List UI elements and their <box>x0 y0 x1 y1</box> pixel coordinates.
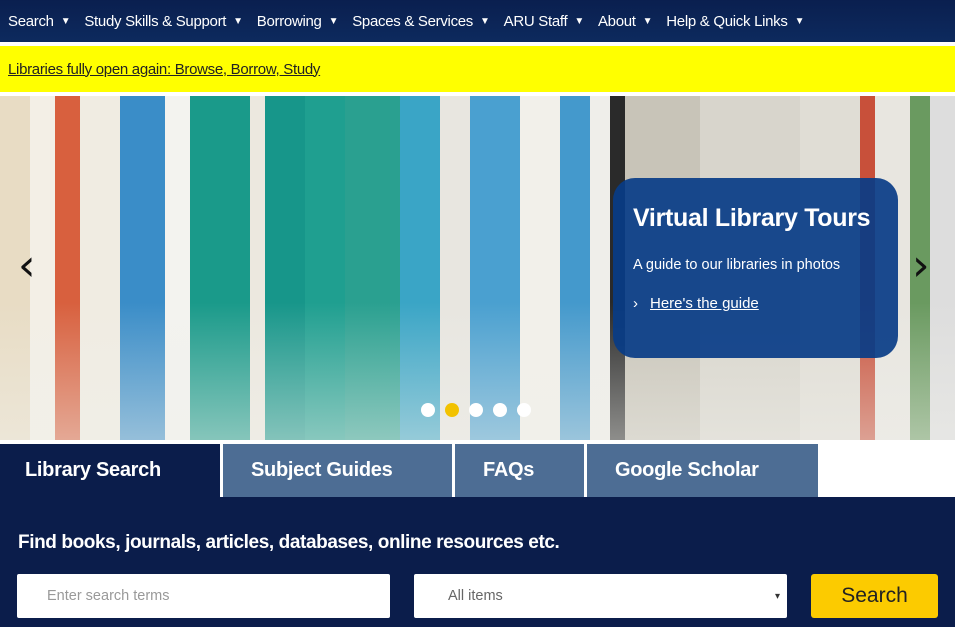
carousel-dot[interactable] <box>421 403 435 417</box>
nav-search[interactable]: Search ▼ <box>8 12 71 30</box>
caret-down-icon: ▼ <box>480 15 490 27</box>
nav-label: Borrowing <box>256 12 322 30</box>
hero-carousel: ‹ › Virtual Library Tours A guide to our… <box>0 96 955 440</box>
tab-library-search[interactable]: Library Search <box>0 444 220 497</box>
nav-about[interactable]: About ▼ <box>597 12 653 30</box>
announcement-link[interactable]: Libraries fully open again: Browse, Borr… <box>8 61 320 78</box>
nav-label: ARU Staff <box>503 12 568 30</box>
chevron-right-icon: › <box>633 295 638 312</box>
caret-down-icon: ▼ <box>642 15 653 27</box>
search-tabs: Library Search Subject Guides FAQs Googl… <box>0 444 821 497</box>
caret-down-icon: ▼ <box>794 15 805 27</box>
nav-label: Spaces & Services <box>352 12 474 30</box>
tab-faqs[interactable]: FAQs <box>455 444 584 497</box>
slide-title: Virtual Library Tours <box>633 204 871 232</box>
carousel-dot[interactable] <box>517 403 531 417</box>
nav-label: About <box>597 12 636 30</box>
scope-value: All items <box>448 588 503 604</box>
main-nav: Search ▼ Study Skills & Support ▼ Borrowin… <box>0 0 955 42</box>
search-heading: Find books, journals, articles, database… <box>18 532 560 553</box>
tab-google-scholar[interactable]: Google Scholar <box>587 444 818 497</box>
search-panel: Find books, journals, articles, database… <box>0 497 955 627</box>
nav-help[interactable]: Help & Quick Links ▼ <box>666 13 804 30</box>
caret-down-icon: ▼ <box>233 15 243 27</box>
nav-label: Search <box>8 12 54 30</box>
slide-text: A guide to our libraries in photos <box>633 257 841 273</box>
search-button[interactable]: Search <box>811 574 938 618</box>
slide-caption: Virtual Library Tours A guide to our lib… <box>613 178 898 358</box>
nav-label: Study Skills & Support <box>84 12 227 30</box>
caret-down-icon: ▼ <box>574 15 584 27</box>
carousel-dot[interactable] <box>469 403 483 417</box>
tab-subject-guides[interactable]: Subject Guides <box>223 444 452 497</box>
caret-down-icon: ▼ <box>60 15 71 27</box>
slide-link[interactable]: Here's the guide <box>650 295 759 312</box>
nav-aru-staff[interactable]: ARU Staff ▼ <box>503 12 585 30</box>
nav-spaces[interactable]: Spaces & Services ▼ <box>352 12 490 30</box>
carousel-dots <box>421 403 531 417</box>
chevron-left-icon[interactable]: ‹ <box>18 244 36 288</box>
caret-down-icon: ▼ <box>328 15 339 27</box>
announcement-banner: Libraries fully open again: Browse, Borr… <box>0 46 955 92</box>
nav-borrowing[interactable]: Borrowing ▼ <box>256 12 339 30</box>
chevron-right-icon[interactable]: › <box>912 244 930 288</box>
caret-down-icon: ▾ <box>774 590 780 602</box>
carousel-dot-active[interactable] <box>445 403 459 417</box>
carousel-dot[interactable] <box>493 403 507 417</box>
search-input[interactable] <box>17 574 390 618</box>
scope-select[interactable]: All items ▾ <box>414 574 787 618</box>
nav-label: Help & Quick Links <box>666 12 788 30</box>
nav-study-skills[interactable]: Study Skills & Support ▼ <box>84 12 243 30</box>
